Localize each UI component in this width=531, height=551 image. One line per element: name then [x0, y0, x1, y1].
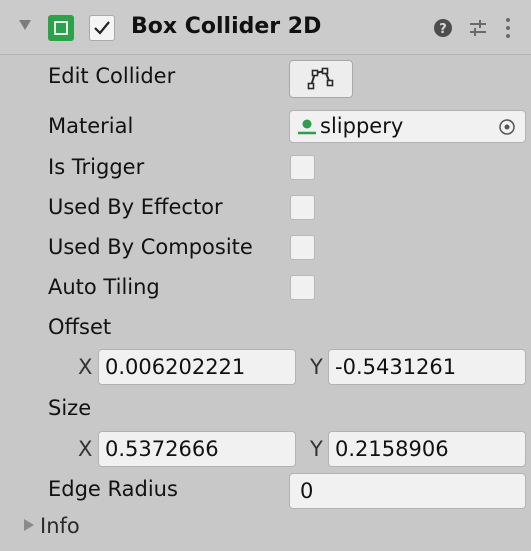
help-icon[interactable]: ? — [433, 18, 453, 38]
is-trigger-label: Is Trigger — [48, 155, 145, 179]
edit-collider-button[interactable] — [289, 60, 353, 98]
offset-y-field[interactable]: -0.5431261 — [328, 349, 526, 385]
size-y-field[interactable]: 0.2158906 — [328, 431, 526, 467]
checkmark-icon — [94, 21, 110, 35]
size-y-value: 0.2158906 — [335, 437, 449, 461]
material-object-field[interactable]: slippery — [289, 110, 526, 143]
is-trigger-checkbox[interactable] — [290, 155, 315, 180]
size-y-label[interactable]: Y — [310, 437, 323, 461]
offset-x-value: 0.006202221 — [105, 355, 246, 379]
size-x-value: 0.5372666 — [105, 437, 219, 461]
info-foldout-label[interactable]: Info — [40, 514, 80, 538]
box-collider-icon — [48, 15, 74, 41]
material-label: Material — [48, 114, 134, 138]
offset-label: Offset — [48, 315, 112, 339]
foldout-arrow-down-icon[interactable] — [19, 19, 31, 31]
auto-tiling-label: Auto Tiling — [48, 275, 160, 299]
svg-text:?: ? — [439, 22, 447, 37]
edge-radius-label: Edge Radius — [48, 477, 178, 501]
inspector-component-panel: Box Collider 2D ? Edit Collider Material — [0, 0, 531, 551]
edit-collider-label: Edit Collider — [48, 64, 176, 88]
offset-x-field[interactable]: 0.006202221 — [98, 349, 296, 385]
edit-collider-icon — [307, 67, 334, 90]
material-icon — [298, 119, 316, 135]
component-enabled-checkbox[interactable] — [89, 15, 115, 41]
used-by-composite-label: Used By Composite — [48, 235, 253, 259]
auto-tiling-checkbox[interactable] — [290, 275, 315, 300]
foldout-arrow-right-icon[interactable] — [23, 519, 34, 531]
component-title: Box Collider 2D — [131, 14, 322, 39]
object-picker-icon[interactable] — [498, 118, 516, 136]
used-by-effector-checkbox[interactable] — [290, 195, 315, 220]
size-label: Size — [48, 396, 92, 420]
offset-y-label[interactable]: Y — [310, 355, 323, 379]
preset-sliders-icon[interactable] — [468, 18, 488, 38]
edge-radius-value: 0 — [300, 479, 314, 503]
kebab-menu-icon[interactable] — [504, 17, 512, 39]
edge-radius-field[interactable]: 0 — [289, 473, 526, 509]
used-by-composite-checkbox[interactable] — [290, 235, 315, 260]
component-header[interactable]: Box Collider 2D ? — [0, 0, 531, 55]
size-x-field[interactable]: 0.5372666 — [98, 431, 296, 467]
used-by-effector-label: Used By Effector — [48, 195, 223, 219]
size-x-label[interactable]: X — [78, 437, 92, 461]
offset-x-label[interactable]: X — [78, 355, 92, 379]
material-value: slippery — [320, 114, 404, 138]
offset-y-value: -0.5431261 — [335, 355, 457, 379]
